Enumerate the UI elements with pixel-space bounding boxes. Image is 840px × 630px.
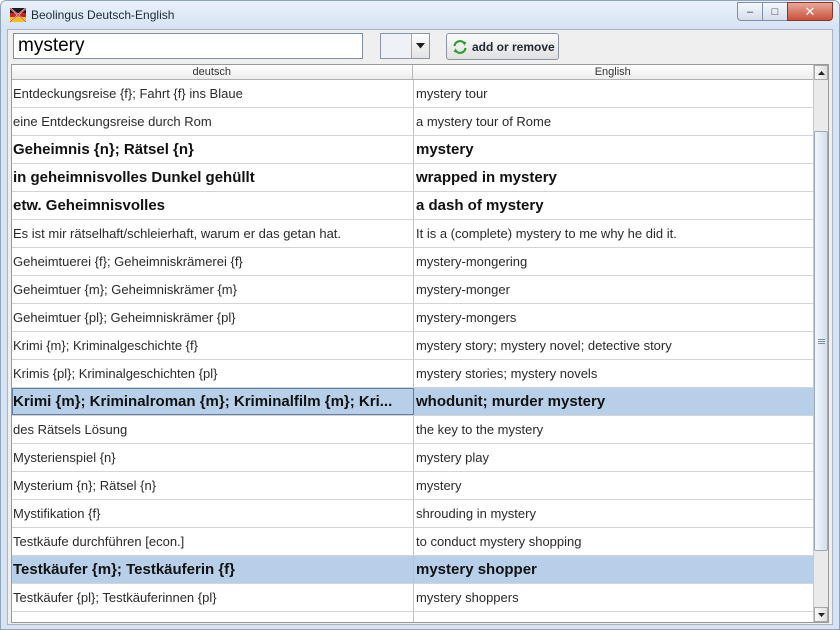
triangle-down-icon (416, 43, 425, 49)
cell-deutsch[interactable]: Testkäufer {m}; Testkäuferin {f} (12, 556, 414, 583)
cell-english[interactable]: whodunit; murder mystery (414, 388, 814, 415)
window-controls: – □ ✕ (737, 2, 833, 21)
table-row[interactable]: in geheimnisvolles Dunkel gehüllt wrapped… (12, 164, 814, 192)
column-header-english[interactable]: English (412, 65, 814, 80)
cell-english[interactable]: mystery tour (414, 80, 814, 107)
results-table[interactable]: deutsch English Entdeckungsreise {f}; Fa… (11, 64, 829, 623)
vertical-scrollbar[interactable] (813, 65, 828, 622)
table-row[interactable]: Testkäufer {pl}; Testkäuferinnen {pl} mys… (12, 584, 814, 612)
column-header-deutsch[interactable]: deutsch (12, 65, 413, 80)
table-row[interactable]: Entdeckungsreise {f}; Fahrt {f} ins Blau… (12, 80, 814, 108)
combo-dropdown-button[interactable] (412, 34, 429, 58)
triangle-up-icon (817, 70, 825, 75)
cell-english[interactable]: the key to the mystery (414, 416, 814, 443)
title-bar[interactable]: Beolingus Deutsch-English – □ ✕ (1, 1, 839, 29)
table-body: Entdeckungsreise {f}; Fahrt {f} ins Blau… (12, 80, 814, 622)
table-row[interactable]: Es ist mir rätselhaft/schleierhaft, waru… (12, 220, 814, 248)
table-row[interactable]: Geheimtuer {pl}; Geheimniskrämer {pl} mys… (12, 304, 814, 332)
cell-deutsch[interactable]: eine Entdeckungsreise durch Rom (12, 108, 414, 135)
table-row[interactable]: etw. Geheimnisvolles a dash of mystery (12, 192, 814, 220)
cell-deutsch[interactable]: Testkäufer {pl}; Testkäuferinnen {pl} (12, 584, 414, 611)
window-title: Beolingus Deutsch-English (31, 8, 175, 22)
table-header: deutsch English (12, 65, 814, 80)
flag-icon (10, 8, 26, 22)
cell-english[interactable]: mystery stories; mystery novels (414, 360, 814, 387)
cell-deutsch[interactable]: Krimi {m}; Kriminalroman {m}; Kriminalfi… (12, 388, 414, 415)
cell-deutsch[interactable]: Es ist mir rätselhaft/schleierhaft, waru… (12, 220, 414, 247)
cell-deutsch[interactable]: Krimis {pl}; Kriminalgeschichten {pl} (12, 360, 414, 387)
cell-english[interactable]: mystery shopper (414, 556, 814, 583)
cell-english[interactable]: mystery-mongers (414, 304, 814, 331)
table-row[interactable]: Mysterium {n}; Rätsel {n} mystery (12, 472, 814, 500)
cell-english[interactable]: mystery story; mystery novel; detective … (414, 332, 814, 359)
cell-deutsch[interactable]: Mysterium {n}; Rätsel {n} (12, 472, 414, 499)
table-row[interactable]: eine Entdeckungsreise durch Rom a mystery… (12, 108, 814, 136)
client-area: add or remove deutsch English Entdeckung… (7, 29, 833, 625)
table-row-selected[interactable]: Testkäufer {m}; Testkäuferin {f} mystery … (12, 556, 814, 584)
maximize-button[interactable]: □ (762, 2, 787, 21)
cell-english[interactable]: mystery (414, 136, 814, 163)
cell-english[interactable]: a dash of mystery (414, 192, 814, 219)
app-window: Beolingus Deutsch-English – □ ✕ add o (0, 0, 840, 630)
direction-combo[interactable] (380, 33, 430, 59)
table-row[interactable] (12, 612, 814, 622)
scroll-thumb[interactable] (814, 131, 828, 551)
combo-field[interactable] (381, 34, 412, 58)
table-row[interactable]: Krimi {m}; Kriminalgeschichte {f} mystery… (12, 332, 814, 360)
table-row[interactable]: Geheimtuerei {f}; Geheimniskrämerei {f} m… (12, 248, 814, 276)
triangle-down-icon (817, 612, 825, 617)
cell-deutsch[interactable]: des Rätsels Lösung (12, 416, 414, 443)
minimize-button[interactable]: – (737, 2, 762, 21)
cell-english[interactable]: mystery (414, 472, 814, 499)
refresh-arrows-icon (453, 39, 467, 54)
cell-english[interactable] (414, 612, 814, 622)
cell-deutsch[interactable]: in geheimnisvolles Dunkel gehüllt (12, 164, 414, 191)
cell-english[interactable]: wrapped in mystery (414, 164, 814, 191)
table-row[interactable]: Geheimnis {n}; Rätsel {n} mystery (12, 136, 814, 164)
cell-deutsch[interactable]: Mystifikation {f} (12, 500, 414, 527)
cell-english[interactable]: mystery shoppers (414, 584, 814, 611)
table-row[interactable]: Geheimtuer {m}; Geheimniskrämer {m} myste… (12, 276, 814, 304)
cell-english[interactable]: It is a (complete) mystery to me why he … (414, 220, 814, 247)
cell-deutsch[interactable]: Geheimtuer {m}; Geheimniskrämer {m} (12, 276, 414, 303)
add-or-remove-label: add or remove (472, 39, 555, 54)
table-row[interactable]: Mystifikation {f} shrouding in mystery (12, 500, 814, 528)
scroll-up-button[interactable] (814, 65, 828, 80)
cell-deutsch[interactable]: Geheimnis {n}; Rätsel {n} (12, 136, 414, 163)
table-row[interactable]: des Rätsels Lösung the key to the mystery (12, 416, 814, 444)
table-row[interactable]: Testkäufe durchführen [econ.] to conduct … (12, 528, 814, 556)
cell-deutsch[interactable]: Testkäufe durchführen [econ.] (12, 528, 414, 555)
cell-english[interactable]: mystery-mongering (414, 248, 814, 275)
cell-deutsch[interactable]: Geheimtuerei {f}; Geheimniskrämerei {f} (12, 248, 414, 275)
cell-english[interactable]: mystery play (414, 444, 814, 471)
cell-deutsch[interactable]: Mysterienspiel {n} (12, 444, 414, 471)
grip-icon (817, 338, 825, 344)
scroll-down-button[interactable] (814, 607, 828, 622)
cell-english[interactable]: a mystery tour of Rome (414, 108, 814, 135)
close-button[interactable]: ✕ (787, 2, 833, 21)
cell-deutsch[interactable] (12, 612, 414, 622)
cell-deutsch[interactable]: Geheimtuer {pl}; Geheimniskrämer {pl} (12, 304, 414, 331)
table-row[interactable]: Mysterienspiel {n} mystery play (12, 444, 814, 472)
table-row-selected[interactable]: Krimi {m}; Kriminalroman {m}; Kriminalfi… (12, 388, 814, 416)
cell-deutsch[interactable]: Entdeckungsreise {f}; Fahrt {f} ins Blau… (12, 80, 414, 107)
add-or-remove-button[interactable]: add or remove (446, 33, 559, 60)
cell-deutsch[interactable]: Krimi {m}; Kriminalgeschichte {f} (12, 332, 414, 359)
cell-english[interactable]: shrouding in mystery (414, 500, 814, 527)
cell-english[interactable]: to conduct mystery shopping (414, 528, 814, 555)
cell-deutsch[interactable]: etw. Geheimnisvolles (12, 192, 414, 219)
cell-english[interactable]: mystery-monger (414, 276, 814, 303)
search-input[interactable] (13, 33, 363, 59)
table-row[interactable]: Krimis {pl}; Kriminalgeschichten {pl} mys… (12, 360, 814, 388)
